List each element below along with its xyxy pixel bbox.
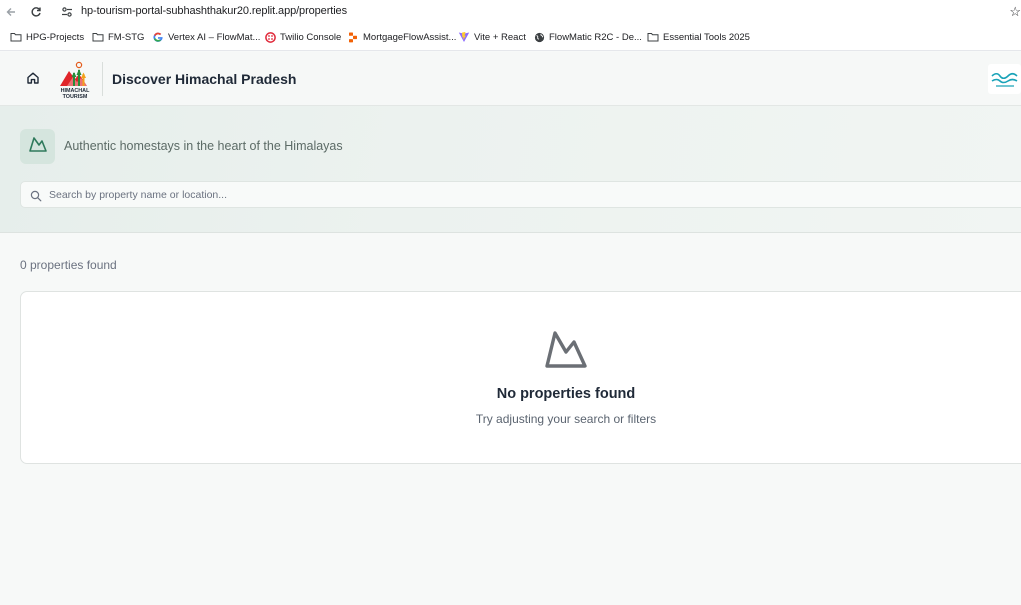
folder-icon <box>10 31 22 43</box>
himachal-tourism-logo[interactable]: HIMACHAL TOURISM <box>57 60 93 100</box>
empty-state-card: No properties found Try adjusting your s… <box>20 291 1021 464</box>
reload-icon[interactable] <box>29 5 43 19</box>
folder-icon <box>647 31 659 43</box>
page-title: Discover Himachal Pradesh <box>112 71 297 87</box>
back-arrow-icon[interactable] <box>4 5 18 19</box>
bookmark-hpg-projects[interactable]: HPG-Projects <box>10 31 84 43</box>
bookmark-label: MortgageFlowAssist... <box>363 31 457 43</box>
hero-badge <box>20 129 55 164</box>
bookmark-label: Vertex AI – FlowMat... <box>168 31 261 43</box>
bookmark-fm-stg[interactable]: FM-STG <box>92 31 144 43</box>
twilio-icon <box>264 31 276 43</box>
app-header: HIMACHAL TOURISM Discover Himachal Prade… <box>0 52 1021 106</box>
search-icon <box>30 189 42 202</box>
url-text[interactable]: hp-tourism-portal-subhashthakur20.replit… <box>81 5 347 17</box>
browser-url-bar: hp-tourism-portal-subhashthakur20.replit… <box>0 0 1021 25</box>
mountain-icon <box>544 328 588 372</box>
replit-icon <box>347 31 359 43</box>
bookmark-star-icon[interactable]: ☆ <box>1009 4 1021 20</box>
site-info-icon[interactable] <box>60 5 74 19</box>
logo-text-line2: TOURISM <box>63 94 88 100</box>
empty-state-subtitle: Try adjusting your search or filters <box>475 412 657 426</box>
bookmark-label: Essential Tools 2025 <box>663 31 750 43</box>
bookmark-vite-react[interactable]: Vite + React <box>458 31 526 43</box>
bookmark-label: FM-STG <box>108 31 145 43</box>
mountain-icon <box>28 135 48 158</box>
bookmark-vertex-ai[interactable]: Vertex AI – FlowMat... <box>152 31 260 43</box>
bookmark-essential-tools-2025[interactable]: Essential Tools 2025 <box>647 31 750 43</box>
hero-tagline: Authentic homestays in the heart of the … <box>64 139 343 153</box>
results-count: 0 properties found <box>20 258 117 272</box>
vite-icon <box>458 31 470 43</box>
bookmarks-bar: HPG-Projects FM-STG Vertex AI – FlowMat.… <box>0 25 1021 51</box>
empty-state-title: No properties found <box>496 386 636 402</box>
header-divider <box>102 62 103 96</box>
bookmark-flowmatic-r2c[interactable]: FlowMatic R2C - De... <box>533 31 642 43</box>
folder-icon <box>92 31 104 43</box>
bookmark-label: HPG-Projects <box>26 31 85 43</box>
bookmark-label: FlowMatic R2C - De... <box>549 31 642 43</box>
home-icon[interactable] <box>26 71 40 85</box>
bookmark-label: Twilio Console <box>280 31 342 43</box>
bookmark-mortgageflowassist[interactable]: MortgageFlowAssist... <box>347 31 456 43</box>
google-icon <box>152 31 164 43</box>
bookmark-twilio-console[interactable]: Twilio Console <box>264 31 341 43</box>
search-input[interactable] <box>49 186 1009 204</box>
search-box[interactable] <box>20 181 1021 208</box>
partner-logo[interactable] <box>988 64 1021 94</box>
hero-section: Authentic homestays in the heart of the … <box>0 106 1021 233</box>
globe-icon <box>533 31 545 43</box>
bookmark-label: Vite + React <box>474 31 526 43</box>
